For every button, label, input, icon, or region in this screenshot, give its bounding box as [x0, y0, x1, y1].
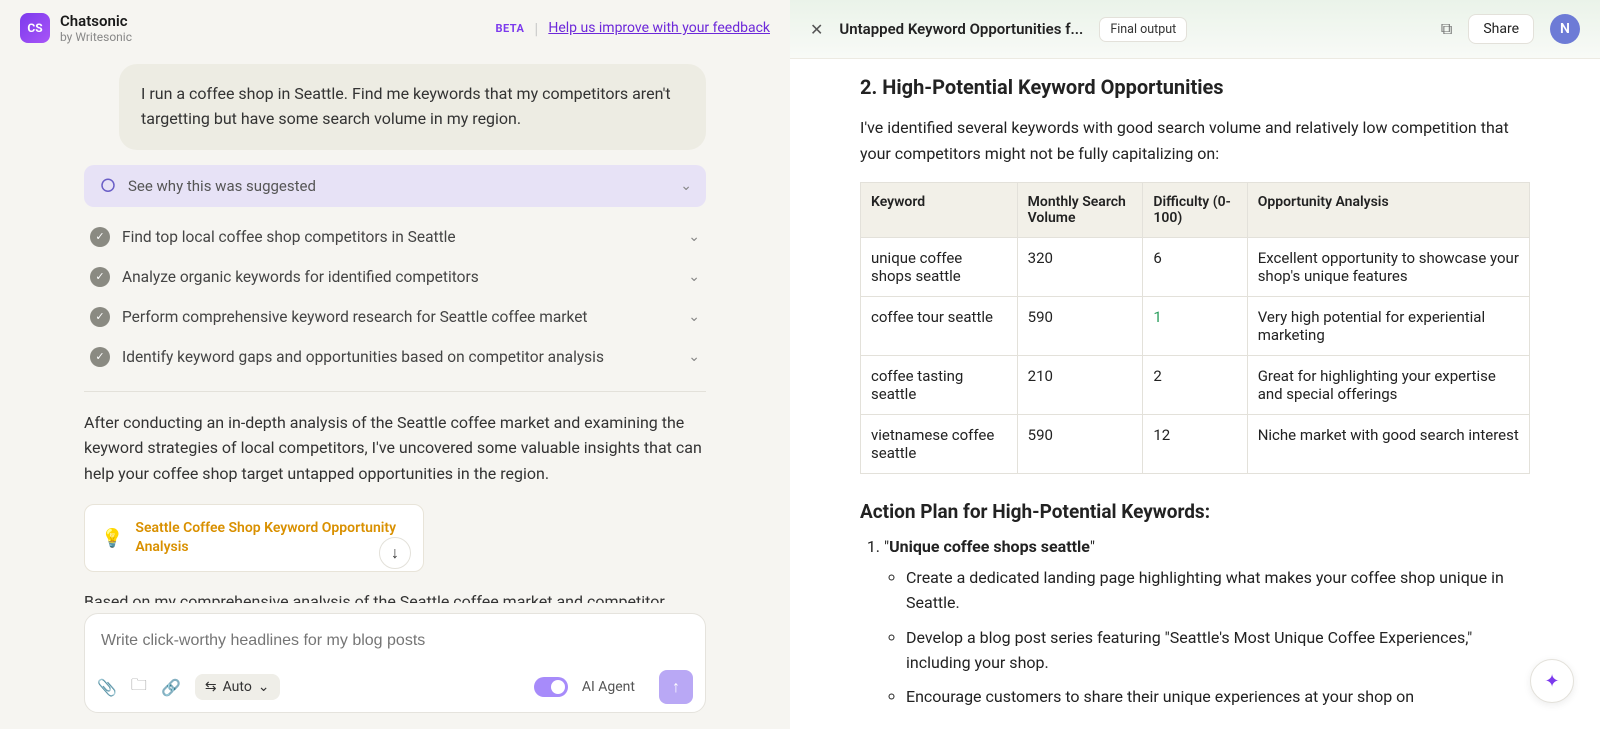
check-icon: ✓: [90, 307, 110, 327]
chevron-down-icon: ⌄: [258, 679, 270, 695]
right-panel: ✕ Untapped Keyword Opportunities f... Fi…: [790, 0, 1600, 729]
user-avatar[interactable]: N: [1550, 14, 1580, 44]
sparkle-icon: ⇆: [205, 679, 217, 695]
scroll-down-button[interactable]: ↓: [379, 537, 411, 569]
table-header: Opportunity Analysis: [1247, 183, 1529, 238]
action-plan-item: "Unique coffee shops seattle" Create a d…: [884, 537, 1530, 710]
check-icon: ✓: [90, 347, 110, 367]
step-label: Perform comprehensive keyword research f…: [122, 308, 688, 326]
final-output-badge: Final output: [1099, 17, 1187, 42]
copy-icon[interactable]: ⧉: [1441, 19, 1452, 39]
cell-volume: 210: [1017, 356, 1143, 415]
cell-difficulty: 1: [1143, 297, 1247, 356]
arrow-down-icon: ↓: [391, 543, 399, 563]
composer-toolbar: 📎 🗀 🔗 ⇆ Auto ⌄ AI Agent ↑: [97, 670, 693, 704]
cell-volume: 320: [1017, 238, 1143, 297]
cell-keyword: vietnamese coffee seattle: [861, 415, 1018, 474]
ai-agent-label: AI Agent: [582, 679, 635, 695]
check-icon: ✓: [90, 267, 110, 287]
speech-icon: [98, 176, 118, 196]
table-header: Monthly Search Volume: [1017, 183, 1143, 238]
suggestion-bar[interactable]: See why this was suggested ⌄: [84, 165, 706, 207]
action-bullets: Create a dedicated landing page highligh…: [884, 566, 1530, 710]
step-row[interactable]: ✓ Find top local coffee shop competitors…: [84, 217, 706, 257]
chevron-down-icon: ⌄: [688, 229, 700, 245]
document-body: 2. High-Potential Keyword Opportunities …: [790, 59, 1600, 729]
app-subtitle: by Writesonic: [60, 30, 132, 44]
folder-icon[interactable]: 🗀: [131, 674, 147, 701]
mode-label: Auto: [223, 679, 252, 695]
document-title: Untapped Keyword Opportunities f...: [839, 20, 1083, 38]
action-plan-list: "Unique coffee shops seattle" Create a d…: [860, 537, 1530, 710]
cell-difficulty: 2: [1143, 356, 1247, 415]
attachment-icon[interactable]: 📎: [97, 678, 117, 697]
suggestion-label: See why this was suggested: [128, 177, 316, 195]
cell-opportunity: Very high potential for experiential mar…: [1247, 297, 1529, 356]
cell-opportunity: Great for highlighting your expertise an…: [1247, 356, 1529, 415]
result-card[interactable]: 💡 Seattle Coffee Shop Keyword Opportunit…: [84, 504, 424, 572]
link-icon[interactable]: 🔗: [161, 678, 181, 697]
keyword-table: Keyword Monthly Search Volume Difficulty…: [860, 182, 1530, 474]
app-header: CS Chatsonic by Writesonic BETA | Help u…: [0, 0, 790, 56]
section-intro: I've identified several keywords with go…: [860, 115, 1530, 166]
assistant-summary: After conducting an in-depth analysis of…: [84, 410, 706, 487]
app-logo: CS: [20, 13, 50, 43]
table-header: Keyword: [861, 183, 1018, 238]
cell-volume: 590: [1017, 297, 1143, 356]
table-header: Difficulty (0-100): [1143, 183, 1247, 238]
action-plan-heading: Action Plan for High-Potential Keywords:: [860, 500, 1530, 523]
section-heading: 2. High-Potential Keyword Opportunities: [860, 75, 1530, 99]
list-item: Create a dedicated landing page highligh…: [906, 566, 1530, 616]
table-row: coffee tour seattle5901Very high potenti…: [861, 297, 1530, 356]
magic-wand-icon: ✦: [1544, 671, 1559, 692]
magic-fab-button[interactable]: ✦: [1530, 659, 1574, 703]
step-label: Find top local coffee shop competitors i…: [122, 228, 688, 246]
cell-difficulty: 12: [1143, 415, 1247, 474]
step-row[interactable]: ✓ Analyze organic keywords for identifie…: [84, 257, 706, 297]
left-panel: CS Chatsonic by Writesonic BETA | Help u…: [0, 0, 790, 729]
chat-scroll: I run a coffee shop in Seattle. Find me …: [0, 56, 790, 603]
assistant-followup: Based on my comprehensive analysis of th…: [84, 592, 706, 603]
cell-keyword: unique coffee shops seattle: [861, 238, 1018, 297]
app-title: Chatsonic: [60, 12, 132, 30]
close-icon[interactable]: ✕: [810, 20, 823, 39]
list-item: Develop a blog post series featuring "Se…: [906, 626, 1530, 676]
arrow-up-icon: ↑: [672, 677, 680, 697]
step-row[interactable]: ✓ Perform comprehensive keyword research…: [84, 297, 706, 337]
table-row: vietnamese coffee seattle59012Niche mark…: [861, 415, 1530, 474]
check-icon: ✓: [90, 227, 110, 247]
user-message: I run a coffee shop in Seattle. Find me …: [119, 64, 706, 150]
send-button[interactable]: ↑: [659, 670, 693, 704]
cell-keyword: coffee tour seattle: [861, 297, 1018, 356]
ai-agent-toggle[interactable]: [534, 677, 568, 697]
cell-volume: 590: [1017, 415, 1143, 474]
lightbulb-icon: 💡: [101, 528, 123, 549]
cell-opportunity: Excellent opportunity to showcase your s…: [1247, 238, 1529, 297]
chevron-down-icon: ⌄: [688, 309, 700, 325]
result-card-title: Seattle Coffee Shop Keyword Opportunity …: [135, 519, 407, 557]
divider: [84, 391, 706, 392]
composer-input[interactable]: [97, 624, 693, 670]
table-row: unique coffee shops seattle3206Excellent…: [861, 238, 1530, 297]
composer: 📎 🗀 🔗 ⇆ Auto ⌄ AI Agent ↑: [84, 613, 706, 713]
step-label: Identify keyword gaps and opportunities …: [122, 348, 688, 366]
cell-keyword: coffee tasting seattle: [861, 356, 1018, 415]
step-row[interactable]: ✓ Identify keyword gaps and opportunitie…: [84, 337, 706, 377]
beta-badge: BETA: [495, 22, 524, 35]
mode-selector[interactable]: ⇆ Auto ⌄: [195, 674, 280, 700]
document-header: ✕ Untapped Keyword Opportunities f... Fi…: [790, 0, 1600, 59]
chevron-down-icon: ⌄: [688, 269, 700, 285]
feedback-link[interactable]: Help us improve with your feedback: [548, 20, 770, 36]
list-item: Encourage customers to share their uniqu…: [906, 685, 1530, 710]
chevron-down-icon: ⌄: [688, 349, 700, 365]
cell-difficulty: 6: [1143, 238, 1247, 297]
cell-opportunity: Niche market with good search interest: [1247, 415, 1529, 474]
table-row: coffee tasting seattle2102Great for high…: [861, 356, 1530, 415]
share-button[interactable]: Share: [1468, 14, 1534, 44]
step-label: Analyze organic keywords for identified …: [122, 268, 688, 286]
chevron-down-icon: ⌄: [680, 178, 692, 194]
